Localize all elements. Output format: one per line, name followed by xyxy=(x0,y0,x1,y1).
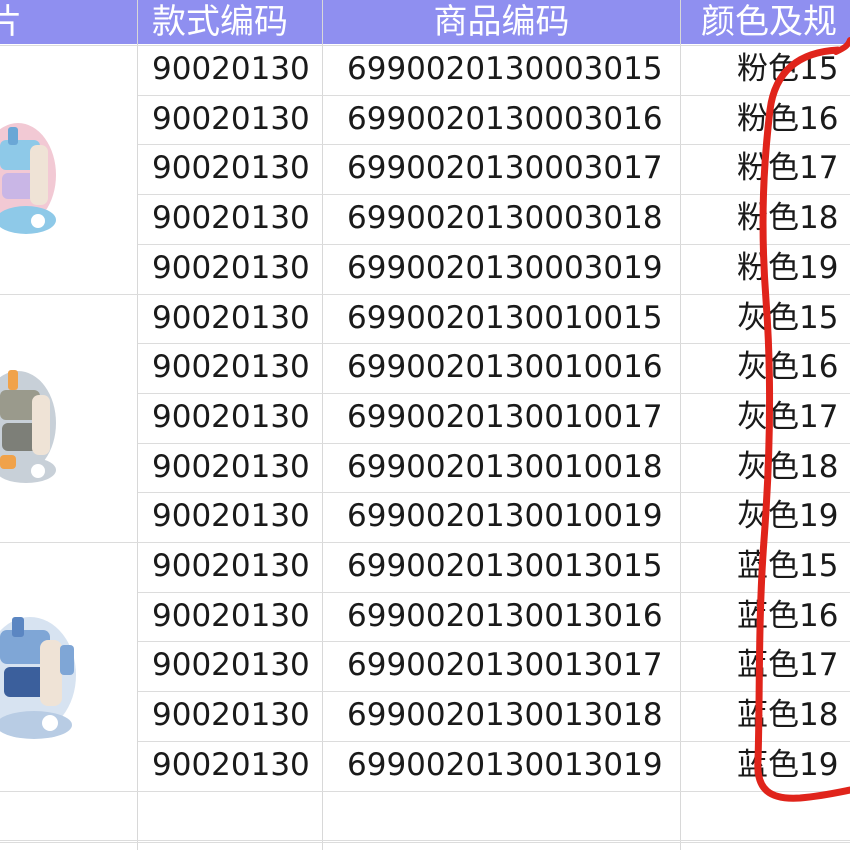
spreadsheet: 片 款式编码 商品编码 颜色及规 90020130 699002013000301… xyxy=(0,0,850,850)
red-annotation-bracket xyxy=(754,37,850,802)
